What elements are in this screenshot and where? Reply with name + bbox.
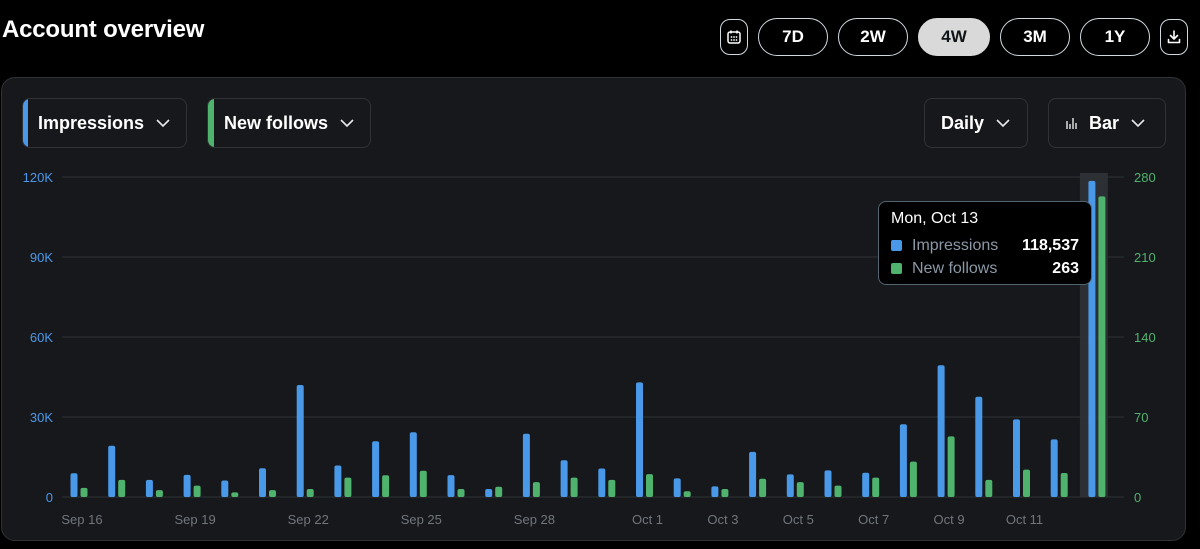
impressions-bar <box>899 424 907 497</box>
left-axis-tick: 0 <box>46 490 53 505</box>
impressions-bar <box>221 480 229 497</box>
impressions-bar <box>711 486 719 497</box>
new-follows-bar <box>269 490 276 497</box>
x-axis-tick: Oct 5 <box>783 512 814 527</box>
x-axis-tick: Sep 25 <box>401 512 442 527</box>
x-axis-tick: Sep 16 <box>61 512 102 527</box>
new-follows-bar <box>570 477 578 497</box>
right-axis-tick: 140 <box>1134 330 1156 345</box>
x-axis-tick: Sep 28 <box>514 512 555 527</box>
x-axis-tick: Sep 22 <box>288 512 329 527</box>
impressions-bar <box>673 478 681 497</box>
x-axis-tick: Oct 3 <box>707 512 738 527</box>
impressions-bar <box>824 470 832 497</box>
left-axis-tick: 60K <box>30 330 53 345</box>
new-follows-bar <box>721 489 729 497</box>
new-follows-bar <box>1060 473 1068 497</box>
new-follows-bar <box>985 479 993 497</box>
right-axis-tick: 210 <box>1134 250 1156 265</box>
impressions-bar <box>334 465 342 497</box>
x-axis-tick: Oct 9 <box>934 512 965 527</box>
new-follows-bar <box>872 477 880 497</box>
impressions-bar <box>1013 419 1020 497</box>
right-axis-tick: 280 <box>1134 170 1156 185</box>
impressions-bar <box>259 468 266 497</box>
x-axis-tick: Oct 7 <box>858 512 889 527</box>
impressions-bar <box>560 460 568 497</box>
left-axis-tick: 90K <box>30 250 53 265</box>
x-axis-tick: Oct 1 <box>632 512 663 527</box>
left-axis-tick: 120K <box>23 170 54 185</box>
impressions-bar <box>749 451 757 497</box>
impressions-bar <box>70 473 78 497</box>
impressions-bar <box>409 432 417 497</box>
impressions-bar <box>183 474 191 497</box>
impressions-bar <box>636 382 643 497</box>
new-follows-bar <box>1023 469 1030 497</box>
new-follows-bar <box>834 485 842 497</box>
right-axis-tick: 0 <box>1134 490 1141 505</box>
new-follows-bar <box>231 492 239 497</box>
new-follows-bar <box>306 489 314 497</box>
impressions-bar <box>1050 439 1058 497</box>
new-follows-bar <box>646 474 653 497</box>
impressions-bar <box>862 472 870 497</box>
new-follows-bar <box>947 436 955 497</box>
new-follows-bar <box>80 487 88 497</box>
impressions-bar <box>145 479 153 497</box>
impressions-swatch <box>891 240 902 251</box>
impressions-bar <box>296 385 304 497</box>
impressions-bar <box>937 365 945 497</box>
new-follows-bar <box>759 478 767 497</box>
right-axis-tick: 70 <box>1134 410 1148 425</box>
new-follows-bar <box>419 470 427 497</box>
new-follows-bar <box>1098 196 1106 497</box>
impressions-bar <box>485 489 493 497</box>
new-follows-bar <box>608 479 616 497</box>
impressions-bar <box>786 474 794 497</box>
x-axis-tick: Oct 11 <box>1006 512 1043 527</box>
new-follows-bar <box>118 479 126 497</box>
tooltip-row-value: 118,537 <box>1022 236 1079 254</box>
new-follows-bar <box>457 489 465 497</box>
new-follows-bar <box>683 491 691 497</box>
impressions-bar <box>975 396 983 497</box>
x-axis-tick: Sep 19 <box>174 512 215 527</box>
tooltip-row-new-follows: New follows 263 <box>891 257 1079 280</box>
tooltip-row-value: 263 <box>1052 259 1079 277</box>
impressions-bar <box>108 445 116 497</box>
new-follows-bar <box>532 482 540 497</box>
new-follows-bar <box>382 475 390 497</box>
tooltip-row-impressions: Impressions 118,537 <box>891 234 1079 257</box>
impressions-bar <box>522 433 530 497</box>
new-follows-bar <box>495 486 503 497</box>
tooltip-date: Mon, Oct 13 <box>891 210 979 227</box>
chart-tooltip: Mon, Oct 13 Impressions 118,537 New foll… <box>878 201 1092 285</box>
new-follows-bar <box>909 461 917 497</box>
new-follows-swatch <box>891 263 902 274</box>
tooltip-row-label: Impressions <box>912 236 999 254</box>
impressions-bar <box>598 468 606 497</box>
new-follows-bar <box>796 482 804 497</box>
impressions-bar <box>447 475 455 497</box>
new-follows-bar <box>344 477 352 497</box>
tooltip-row-label: New follows <box>912 259 998 277</box>
left-axis-tick: 30K <box>30 410 53 425</box>
new-follows-bar <box>193 485 201 497</box>
impressions-bar <box>372 441 380 497</box>
new-follows-bar <box>155 490 163 497</box>
